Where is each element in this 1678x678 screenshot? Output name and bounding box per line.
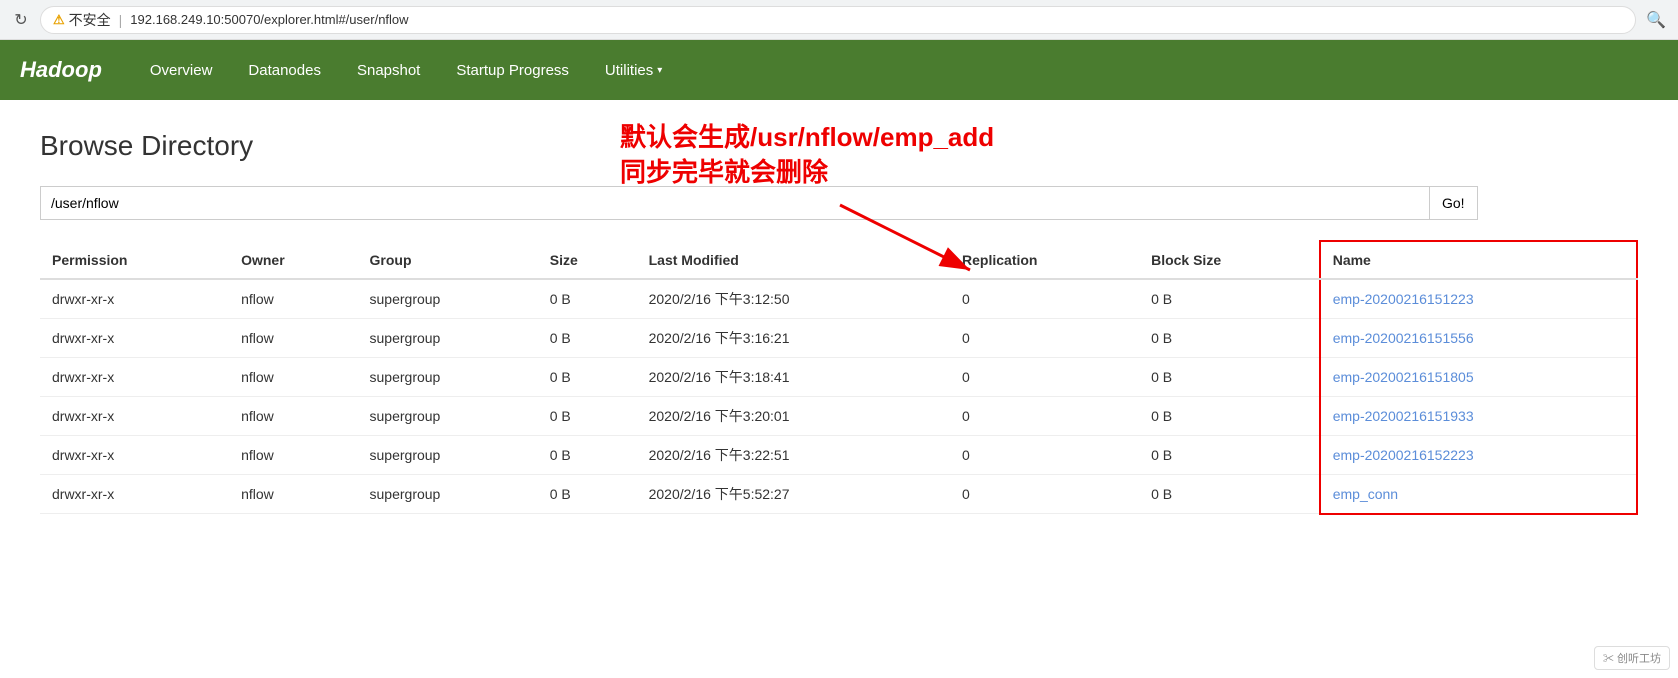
cell-owner: nflow: [229, 475, 357, 514]
cell-permission: drwxr-xr-x: [40, 358, 229, 397]
cell-block-size: 0 B: [1139, 319, 1320, 358]
cell-permission: drwxr-xr-x: [40, 436, 229, 475]
table-row: drwxr-xr-x nflow supergroup 0 B 2020/2/1…: [40, 475, 1637, 514]
cell-name[interactable]: emp-20200216151223: [1320, 279, 1637, 319]
dir-link[interactable]: emp_conn: [1333, 486, 1398, 502]
cell-group: supergroup: [358, 397, 538, 436]
dir-link[interactable]: emp-20200216152223: [1333, 447, 1474, 463]
dir-link[interactable]: emp-20200216151805: [1333, 369, 1474, 385]
cell-permission: drwxr-xr-x: [40, 279, 229, 319]
dir-link[interactable]: emp-20200216151933: [1333, 408, 1474, 424]
cell-size: 0 B: [538, 319, 637, 358]
go-button[interactable]: Go!: [1430, 186, 1478, 220]
cell-group: supergroup: [358, 475, 538, 514]
cell-owner: nflow: [229, 397, 357, 436]
col-header-owner: Owner: [229, 241, 357, 279]
path-bar: Go!: [40, 186, 1638, 220]
cell-name[interactable]: emp-20200216152223: [1320, 436, 1637, 475]
table-row: drwxr-xr-x nflow supergroup 0 B 2020/2/1…: [40, 397, 1637, 436]
dir-link[interactable]: emp-20200216151556: [1333, 330, 1474, 346]
cell-name[interactable]: emp-20200216151556: [1320, 319, 1637, 358]
cell-size: 0 B: [538, 475, 637, 514]
browser-search-icon[interactable]: 🔍: [1646, 10, 1666, 30]
cell-permission: drwxr-xr-x: [40, 319, 229, 358]
cell-owner: nflow: [229, 436, 357, 475]
cell-replication: 0: [950, 397, 1139, 436]
url-text: 192.168.249.10:50070/explorer.html#/user…: [130, 12, 408, 27]
nav-item-overview[interactable]: Overview: [132, 40, 231, 100]
cell-replication: 0: [950, 436, 1139, 475]
cell-name[interactable]: emp-20200216151805: [1320, 358, 1637, 397]
annotation-text-line2: 同步完毕就会删除: [620, 155, 994, 190]
cell-owner: nflow: [229, 279, 357, 319]
annotation-overlay: 默认会生成/usr/nflow/emp_add 同步完毕就会删除: [620, 120, 994, 190]
table-row: drwxr-xr-x nflow supergroup 0 B 2020/2/1…: [40, 279, 1637, 319]
cell-block-size: 0 B: [1139, 279, 1320, 319]
navbar-brand: Hadoop: [20, 57, 102, 83]
main-content: Browse Directory 默认会生成/usr/nflow/emp_add…: [0, 100, 1678, 545]
cell-block-size: 0 B: [1139, 397, 1320, 436]
address-bar[interactable]: ⚠ 不安全 | 192.168.249.10:50070/explorer.ht…: [40, 6, 1636, 34]
cell-owner: nflow: [229, 319, 357, 358]
insecure-label: 不安全: [69, 10, 111, 30]
navbar: Hadoop Overview Datanodes Snapshot Start…: [0, 40, 1678, 100]
cell-size: 0 B: [538, 397, 637, 436]
table-header-row: Permission Owner Group Size Last Modifie…: [40, 241, 1637, 279]
annotation-arrow: [840, 205, 1040, 285]
cell-replication: 0: [950, 475, 1139, 514]
cell-last-modified: 2020/2/16 下午3:22:51: [637, 436, 950, 475]
path-input[interactable]: [40, 186, 1430, 220]
cell-replication: 0: [950, 319, 1139, 358]
nav-item-datanodes[interactable]: Datanodes: [230, 40, 339, 100]
browser-bar: ↻ ⚠ 不安全 | 192.168.249.10:50070/explorer.…: [0, 0, 1678, 40]
col-header-block-size: Block Size: [1139, 241, 1320, 279]
annotation-text-line1: 默认会生成/usr/nflow/emp_add: [620, 120, 994, 155]
cell-name[interactable]: emp_conn: [1320, 475, 1637, 514]
cell-permission: drwxr-xr-x: [40, 475, 229, 514]
watermark: ✂ 创听工坊: [1594, 646, 1670, 670]
nav-item-utilities[interactable]: Utilities ▾: [587, 40, 680, 100]
cell-group: supergroup: [358, 436, 538, 475]
cell-permission: drwxr-xr-x: [40, 397, 229, 436]
cell-size: 0 B: [538, 436, 637, 475]
cell-size: 0 B: [538, 279, 637, 319]
col-header-group: Group: [358, 241, 538, 279]
watermark-icon: ✂: [1603, 653, 1614, 665]
cell-owner: nflow: [229, 358, 357, 397]
cell-block-size: 0 B: [1139, 436, 1320, 475]
cell-name[interactable]: emp-20200216151933: [1320, 397, 1637, 436]
reload-button[interactable]: ↻: [12, 11, 30, 29]
col-header-permission: Permission: [40, 241, 229, 279]
cell-last-modified: 2020/2/16 下午3:18:41: [637, 358, 950, 397]
cell-group: supergroup: [358, 358, 538, 397]
dir-link[interactable]: emp-20200216151223: [1333, 291, 1474, 307]
col-header-size: Size: [538, 241, 637, 279]
cell-last-modified: 2020/2/16 下午3:20:01: [637, 397, 950, 436]
col-header-name: Name: [1320, 241, 1637, 279]
cell-last-modified: 2020/2/16 下午3:16:21: [637, 319, 950, 358]
nav-item-startup-progress[interactable]: Startup Progress: [438, 40, 587, 100]
cell-group: supergroup: [358, 279, 538, 319]
table-row: drwxr-xr-x nflow supergroup 0 B 2020/2/1…: [40, 436, 1637, 475]
nav-item-snapshot[interactable]: Snapshot: [339, 40, 438, 100]
cell-block-size: 0 B: [1139, 475, 1320, 514]
dropdown-arrow-icon: ▾: [657, 65, 662, 76]
warning-icon: ⚠: [53, 12, 65, 28]
cell-group: supergroup: [358, 319, 538, 358]
cell-replication: 0: [950, 358, 1139, 397]
cell-block-size: 0 B: [1139, 358, 1320, 397]
table-row: drwxr-xr-x nflow supergroup 0 B 2020/2/1…: [40, 319, 1637, 358]
cell-last-modified: 2020/2/16 下午5:52:27: [637, 475, 950, 514]
directory-table: Permission Owner Group Size Last Modifie…: [40, 240, 1638, 515]
table-row: drwxr-xr-x nflow supergroup 0 B 2020/2/1…: [40, 358, 1637, 397]
cell-size: 0 B: [538, 358, 637, 397]
